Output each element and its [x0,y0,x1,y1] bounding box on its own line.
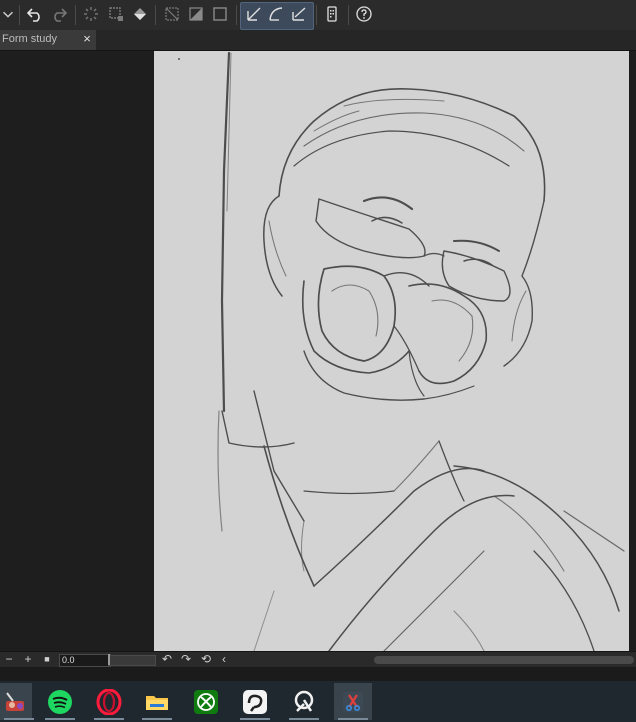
stop-button[interactable]: ■ [41,653,53,666]
running-indicator [289,718,319,720]
ruler-snap-icon[interactable] [288,3,310,25]
collapse-button[interactable]: ‹ [218,653,230,666]
running-indicator [45,718,75,720]
toolbar-divider [316,5,317,25]
os-taskbar [0,681,636,722]
rotation-slider[interactable] [108,655,156,666]
canvas-workspace[interactable] [0,51,636,651]
toolbar-divider [155,5,156,25]
tab-form-study[interactable]: Form study × [0,30,96,50]
help-icon[interactable] [353,3,375,25]
main-toolbar [0,0,636,31]
ruler-line-icon[interactable] [243,3,265,25]
fill-bucket-icon[interactable] [129,3,151,25]
select-all-icon[interactable] [209,3,231,25]
toolbar-divider [75,5,76,25]
running-indicator [142,718,172,720]
active-indicator [4,718,34,720]
file-explorer-icon[interactable] [138,683,176,720]
horizontal-scrollbar[interactable] [374,656,634,664]
xbox-icon[interactable] [187,683,225,720]
drawing-canvas[interactable] [154,51,629,651]
window-border [0,667,636,681]
tab-close-button[interactable]: × [80,31,94,47]
transform-selection-icon[interactable] [105,3,127,25]
zoom-out-button[interactable]: − [3,653,15,666]
opera-icon[interactable] [90,683,128,720]
deselect-icon[interactable] [161,3,183,25]
running-indicator [240,718,270,720]
toolbar-divider [348,5,349,25]
paint-app-icon[interactable] [0,683,34,720]
loading-spinner-icon[interactable] [80,3,102,25]
active-indicator [338,718,368,720]
zoom-in-button[interactable]: + [22,653,34,666]
invert-selection-icon[interactable] [185,3,207,25]
reset-rotation-button[interactable]: ⟲ [200,653,212,666]
redo-icon[interactable] [48,3,70,25]
canvas-statusbar: − + ■ 0.0 ↶ ↷ ⟲ ‹ [0,651,636,668]
rotation-value-field[interactable]: 0.0 [59,654,111,667]
snipping-tool-icon[interactable] [334,683,372,720]
tab-label: Form study [2,33,58,45]
toolbar-divider [236,5,237,25]
paint-brush-app-icon[interactable] [285,683,323,720]
rotate-right-button[interactable]: ↷ [180,653,192,666]
rotate-left-button[interactable]: ↶ [161,653,173,666]
document-tabbar: Form study × [0,30,636,51]
menu-chevron-icon[interactable] [0,3,16,25]
clip-studio-icon[interactable] [236,683,274,720]
spotify-icon[interactable] [41,683,79,720]
rotation-slider-thumb[interactable] [108,654,110,665]
toolbar-divider [19,5,20,25]
sketch-drawing [178,51,625,651]
device-panel-icon[interactable] [321,3,343,25]
running-indicator [94,718,124,720]
undo-icon[interactable] [24,3,46,25]
ruler-curve-icon[interactable] [265,3,287,25]
